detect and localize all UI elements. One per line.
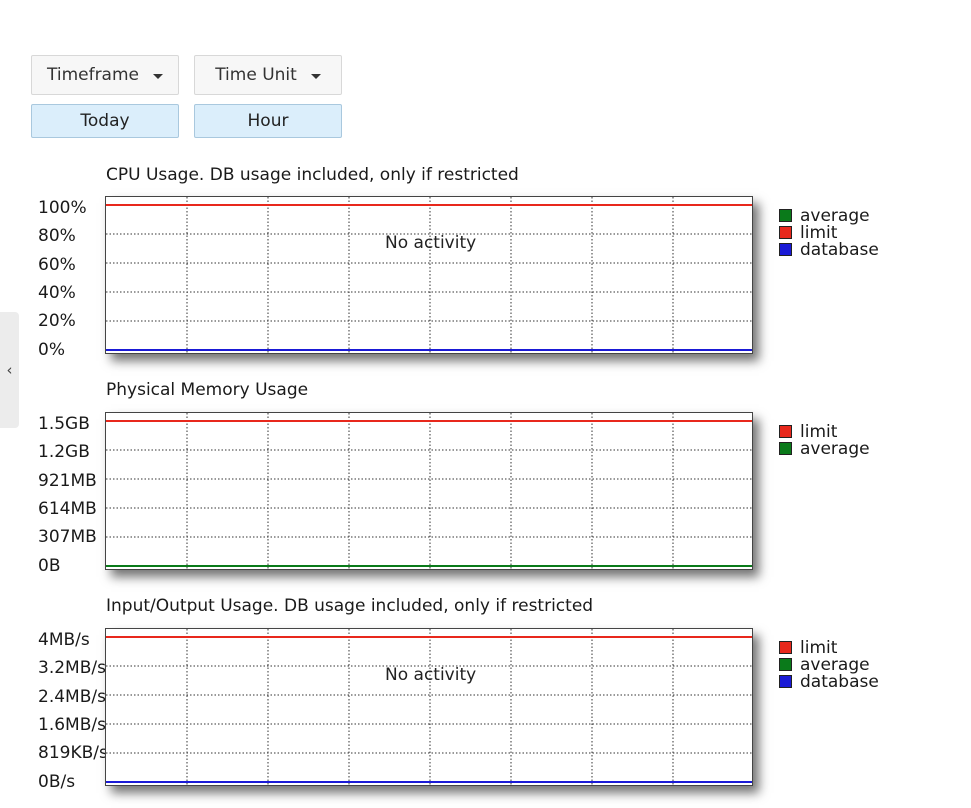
- swatch-limit: [779, 425, 792, 438]
- legend-item-average: average: [779, 438, 870, 459]
- y-tick-label: 0B/s: [38, 772, 76, 792]
- cpu-plot-area: No activity: [105, 196, 753, 354]
- y-tick-label: 20%: [38, 311, 76, 331]
- y-tick-label: 60%: [38, 255, 76, 275]
- time-unit-dropdown[interactable]: Time Unit: [194, 55, 342, 95]
- swatch-average: [779, 442, 792, 455]
- y-tick-label: 819KB/s: [38, 743, 108, 763]
- legend-item-database: database: [779, 239, 879, 260]
- caret-down-icon: [310, 73, 321, 79]
- swatch-database: [779, 243, 792, 256]
- y-tick-label: 100%: [38, 198, 87, 218]
- timeframe-label: Timeframe: [46, 65, 139, 85]
- timeframe-value[interactable]: Today: [31, 104, 179, 138]
- legend-item-limit: limit: [779, 223, 879, 243]
- io-chart-title: Input/Output Usage. DB usage included, o…: [106, 596, 594, 616]
- no-activity-label: No activity: [385, 665, 477, 685]
- io-plot-svg: [106, 629, 752, 785]
- y-tick-label: 0%: [38, 340, 65, 360]
- swatch-database: [779, 675, 792, 688]
- y-tick-label: 614MB: [38, 499, 97, 519]
- time-unit-value[interactable]: Hour: [194, 104, 342, 138]
- time-unit-label: Time Unit: [215, 65, 297, 85]
- y-tick-label: 40%: [38, 283, 76, 303]
- y-tick-label: 1.2GB: [38, 442, 90, 462]
- memory-plot-svg: [106, 413, 752, 569]
- chevron-left-icon: ‹: [6, 361, 13, 379]
- swatch-average: [779, 658, 792, 671]
- memory-legend: limit average: [779, 422, 870, 459]
- y-tick-label: 4MB/s: [38, 630, 90, 650]
- y-tick-label: 307MB: [38, 527, 97, 547]
- y-tick-label: 80%: [38, 226, 76, 246]
- y-tick-label: 2.4MB/s: [38, 687, 106, 707]
- no-activity-label: No activity: [385, 233, 477, 253]
- legend-item-average: average: [779, 655, 879, 675]
- cpu-legend: average limit database: [779, 206, 879, 260]
- memory-chart-title: Physical Memory Usage: [106, 380, 309, 400]
- y-tick-label: 1.5GB: [38, 414, 90, 434]
- y-tick-label: 3.2MB/s: [38, 658, 106, 678]
- y-tick-label: 1.6MB/s: [38, 715, 106, 735]
- legend-label: database: [800, 239, 879, 260]
- y-tick-label: 0B: [38, 556, 61, 576]
- legend-item-average: average: [779, 206, 879, 226]
- legend-item-limit: limit: [779, 422, 870, 442]
- legend-label: database: [800, 671, 879, 692]
- sidebar-toggle[interactable]: ‹: [0, 312, 19, 428]
- io-plot-area: No activity: [105, 628, 753, 786]
- swatch-average: [779, 209, 792, 222]
- swatch-limit: [779, 641, 792, 654]
- swatch-limit: [779, 226, 792, 239]
- legend-item-limit: limit: [779, 638, 879, 658]
- caret-down-icon: [153, 73, 163, 79]
- y-tick-label: 921MB: [38, 471, 97, 491]
- cpu-chart-title: CPU Usage. DB usage included, only if re…: [106, 165, 519, 185]
- timeframe-dropdown[interactable]: Timeframe: [31, 55, 179, 95]
- legend-item-database: database: [779, 671, 879, 692]
- cpu-plot-svg: [106, 197, 752, 353]
- memory-plot-area: [105, 412, 753, 570]
- io-legend: limit average database: [779, 638, 879, 692]
- legend-label: average: [800, 438, 870, 459]
